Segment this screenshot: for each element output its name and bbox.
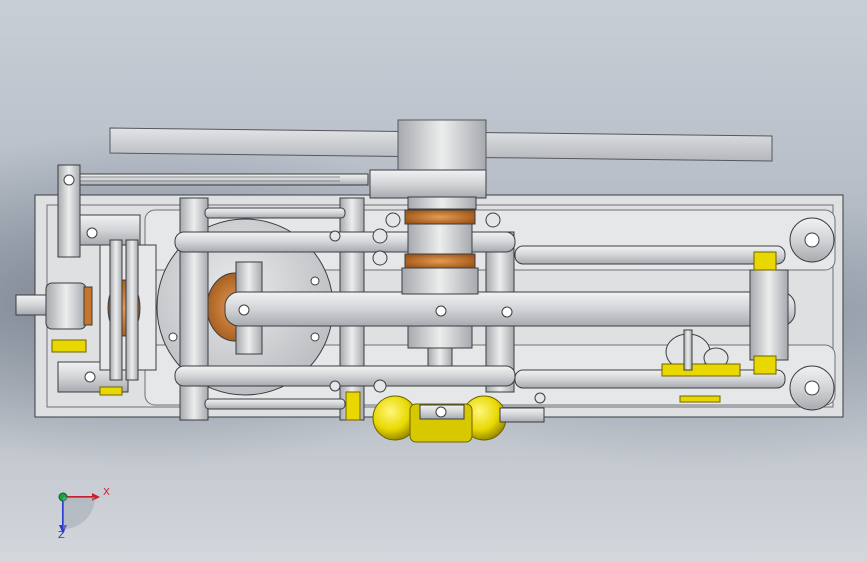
axis-z-label: Z [58,530,65,541]
motor-shaft[interactable] [15,282,93,353]
cad-viewport[interactable]: X Z [0,0,867,562]
axis-x-label: X [103,487,110,498]
central-bearing[interactable] [401,209,479,367]
tie-rod-top[interactable] [67,173,369,186]
assembly-model[interactable] [0,0,867,562]
main-connecting-arm[interactable] [224,291,796,327]
coordinate-triad-icon [58,492,100,534]
